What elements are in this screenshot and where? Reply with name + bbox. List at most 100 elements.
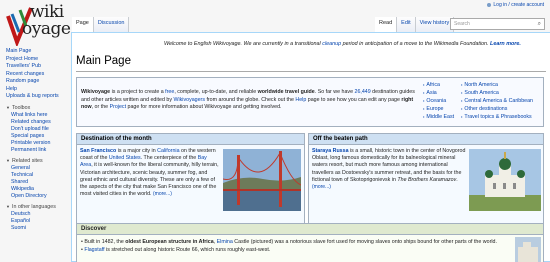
link-travel-topics[interactable]: Travel topics & Phrasebooks bbox=[464, 114, 531, 120]
sidebar-item-general[interactable]: General bbox=[11, 165, 30, 171]
sidebar-item-special-pages[interactable]: Special pages bbox=[11, 133, 44, 139]
tab-view-history[interactable]: View history bbox=[415, 17, 455, 32]
offbeat-heading: Off the beaten path bbox=[309, 134, 543, 145]
sidebar-item-technical[interactable]: Technical bbox=[11, 172, 33, 178]
sidebar-item-deutsch[interactable]: Deutsch bbox=[11, 211, 30, 217]
view-tabs: Read Edit View history bbox=[375, 17, 455, 32]
intro-text: Wikivoyage is a project to create a free… bbox=[81, 89, 421, 112]
intro-bold-guide: worldwide travel guide bbox=[257, 89, 315, 95]
tab-discussion[interactable]: Discussion bbox=[93, 17, 130, 32]
link-oceania[interactable]: Oceania bbox=[426, 98, 446, 104]
sidebar-item-project-home[interactable]: Project Home bbox=[6, 56, 38, 62]
elmina-link[interactable]: Elmina bbox=[217, 239, 233, 245]
elmina-castle-image[interactable] bbox=[515, 237, 541, 262]
link-middle-east[interactable]: Middle East bbox=[426, 114, 454, 120]
languages-heading[interactable]: ▼ In other languages bbox=[0, 203, 70, 211]
title-divider bbox=[76, 71, 546, 72]
california-link[interactable]: California bbox=[157, 148, 179, 154]
notice-text: Welcome to English Wikivoyage. We are cu… bbox=[164, 41, 323, 47]
sidebar-item-dont-upload[interactable]: Don't upload file bbox=[11, 126, 49, 132]
destination-heading: Destination of the month bbox=[77, 134, 304, 145]
bullet-icon: • bbox=[461, 98, 463, 103]
intro-seg: , complete, up-to-date, and reliable bbox=[174, 89, 258, 95]
sidebar-item-shared[interactable]: Shared bbox=[11, 179, 28, 185]
page-title: Main Page bbox=[76, 55, 131, 67]
sidebar-item-travellers-pub[interactable]: Travellers' Pub bbox=[6, 63, 41, 69]
staraya-russa-link[interactable]: Staraya Russa bbox=[312, 148, 349, 154]
help-link[interactable]: Help bbox=[295, 97, 306, 103]
united-states-link[interactable]: United States bbox=[109, 155, 141, 161]
link-north-america[interactable]: North America bbox=[464, 82, 498, 88]
article-count-link[interactable]: 26,449 bbox=[355, 89, 371, 95]
link-asia[interactable]: Asia bbox=[426, 90, 436, 96]
link-europe[interactable]: Europe bbox=[426, 106, 443, 112]
link-other-destinations[interactable]: Other destinations bbox=[464, 106, 507, 112]
sidebar-item-open-directory[interactable]: Open Directory bbox=[11, 193, 47, 199]
toolbox-title: Toolbox bbox=[11, 104, 31, 111]
link-central-america[interactable]: Central America & Caribbean bbox=[464, 98, 533, 104]
search-icon[interactable]: ⌕ bbox=[538, 21, 541, 28]
sidebar-item-espanol[interactable]: Español bbox=[11, 218, 30, 224]
sidebar-item-what-links-here[interactable]: What links here bbox=[11, 112, 48, 118]
bullet-icon: • bbox=[423, 90, 425, 95]
wikivoyagers-link[interactable]: Wikivoyagers bbox=[173, 97, 205, 103]
discover-heading: Discover bbox=[77, 224, 543, 235]
sidebar-item-help[interactable]: Help bbox=[6, 86, 17, 92]
free-link[interactable]: free bbox=[165, 89, 174, 95]
link-africa[interactable]: Africa bbox=[426, 82, 440, 88]
sidebar-item-uploads[interactable]: Uploads & bug reports bbox=[6, 93, 59, 99]
cleanup-link[interactable]: cleanup bbox=[322, 41, 341, 47]
sidebar-item-suomi[interactable]: Suomi bbox=[11, 225, 26, 231]
notice-text-2: period in anticipation of a move to the … bbox=[341, 41, 491, 47]
sidebar-navigation: Main Page Project Home Travellers' Pub R… bbox=[0, 48, 70, 101]
search-input[interactable]: Search ⌕ bbox=[450, 18, 545, 30]
tab-edit[interactable]: Edit bbox=[397, 17, 416, 32]
sidebar-item-wikipedia[interactable]: Wikipedia bbox=[11, 186, 34, 192]
list-item: Built in 1482, the oldest European struc… bbox=[81, 238, 539, 246]
intro-box: Wikivoyage is a project to create a free… bbox=[76, 77, 544, 127]
namespace-tabs: Page Discussion bbox=[72, 17, 130, 32]
sidebar-item-related-changes[interactable]: Related changes bbox=[11, 119, 51, 125]
discover-box: Discover Built in 1482, the oldest Europ… bbox=[76, 223, 544, 262]
logo-text-oyage: oyage bbox=[22, 19, 71, 39]
church-image[interactable] bbox=[469, 149, 541, 211]
sidebar-item-main-page[interactable]: Main Page bbox=[6, 48, 31, 54]
offbeat-seg: . bbox=[456, 176, 458, 183]
tab-page[interactable]: Page bbox=[72, 17, 94, 32]
tab-read[interactable]: Read bbox=[375, 17, 398, 32]
triangle-down-icon: ▼ bbox=[6, 203, 10, 209]
link-south-america[interactable]: South America bbox=[464, 90, 498, 96]
login-link[interactable]: Log in / create account bbox=[493, 2, 544, 8]
intro-seg: , or the bbox=[91, 104, 110, 110]
sidebar-item-printable-version[interactable]: Printable version bbox=[11, 140, 50, 146]
destination-text: San Francisco is a major city in Califor… bbox=[80, 148, 220, 198]
bullet-icon: • bbox=[461, 106, 463, 111]
learn-more-link[interactable]: Learn more. bbox=[490, 41, 521, 47]
discover-list: Built in 1482, the oldest European struc… bbox=[77, 235, 543, 257]
offbeat-more-link[interactable]: (more...) bbox=[312, 184, 331, 190]
personal-tools: Log in / create account bbox=[487, 2, 544, 8]
intro-seg: page to see how you can edit any page bbox=[306, 96, 402, 103]
languages-title: In other languages bbox=[11, 203, 56, 210]
sidebar-item-recent-changes[interactable]: Recent changes bbox=[6, 71, 44, 77]
golden-gate-bridge-image[interactable] bbox=[223, 149, 301, 211]
bullet-icon: • bbox=[423, 106, 425, 111]
bullet-icon: • bbox=[461, 82, 463, 87]
intro-seg: is a project to create a bbox=[110, 89, 166, 95]
project-link[interactable]: Project bbox=[110, 104, 127, 110]
user-icon bbox=[487, 2, 492, 7]
sidebar-item-random-page[interactable]: Random page bbox=[6, 78, 39, 84]
san-francisco-link[interactable]: San Francisco bbox=[80, 148, 116, 154]
flagstaff-link[interactable]: Flagstaff bbox=[84, 247, 104, 253]
bullet-icon: • bbox=[423, 98, 425, 103]
wikivoyage-logo[interactable]: wiki oyage bbox=[4, 2, 71, 48]
related-sites-heading[interactable]: ▼ Related sites bbox=[0, 157, 70, 165]
intro-seg: from around the globe. Check out the bbox=[204, 96, 296, 103]
site-notice: Welcome to English Wikivoyage. We are cu… bbox=[164, 41, 521, 47]
destination-more-link[interactable]: (more...) bbox=[153, 191, 172, 197]
triangle-down-icon: ▼ bbox=[6, 157, 10, 163]
continent-column-2: • North America • South America • Central A… bbox=[461, 81, 533, 121]
bullet-icon: • bbox=[461, 114, 463, 119]
sidebar-item-permanent-link[interactable]: Permanent link bbox=[11, 147, 46, 153]
toolbox-heading[interactable]: ▼ Toolbox bbox=[0, 104, 70, 112]
